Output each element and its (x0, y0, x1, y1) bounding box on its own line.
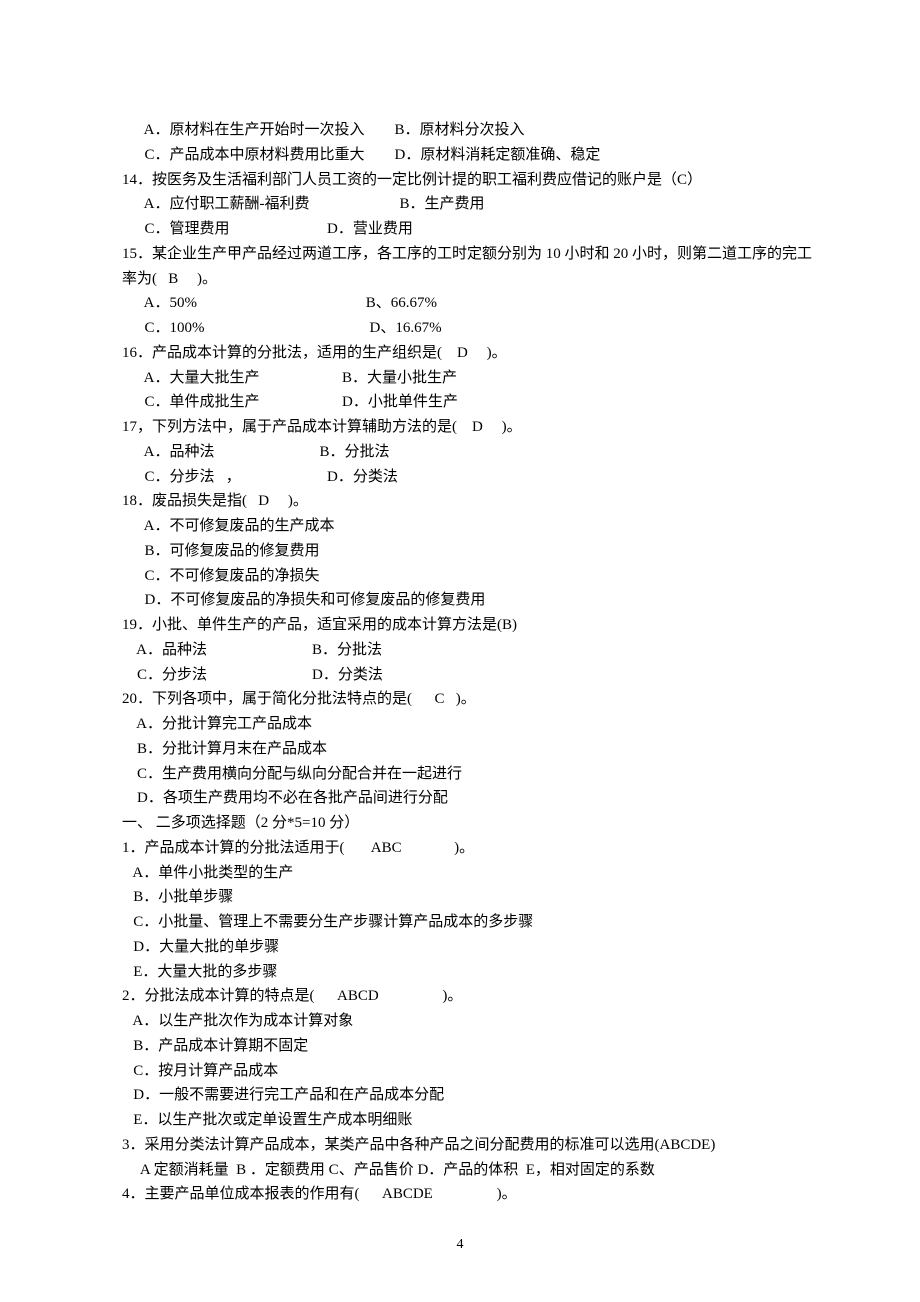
text-line: D．不可修复废品的净损失和可修复废品的修复费用 (122, 588, 800, 613)
text-line: E．以生产批次或定单设置生产成本明细账 (122, 1108, 800, 1133)
page-number: 4 (0, 1233, 920, 1256)
text-line: A．以生产批次作为成本计算对象 (122, 1009, 800, 1034)
text-line: A．不可修复废品的生产成本 (122, 514, 800, 539)
text-line: A．50% B、66.67% (122, 291, 800, 316)
text-line: A 定额消耗量 B ．定额费用 C、产品售价 D．产品的体积 E，相对固定的系数 (122, 1158, 800, 1183)
text-line: 18．废品损失是指( D )。 (122, 489, 800, 514)
text-line: D．各项生产费用均不必在各批产品间进行分配 (122, 786, 800, 811)
text-line: 4．主要产品单位成本报表的作用有( ABCDE )。 (122, 1182, 800, 1207)
text-line: A．大量大批生产 B．大量小批生产 (122, 366, 800, 391)
text-line: 17，下列方法中，属于产品成本计算辅助方法的是( D )。 (122, 415, 800, 440)
text-line: A．分批计算完工产品成本 (122, 712, 800, 737)
text-line: C．生产费用横向分配与纵向分配合并在一起进行 (122, 762, 800, 787)
text-line: C．不可修复废品的净损失 (122, 564, 800, 589)
text-line: E．大量大批的多步骤 (122, 960, 800, 985)
text-line: 19．小批、单件生产的产品，适宜采用的成本计算方法是(B) (122, 613, 800, 638)
text-line: B．小批单步骤 (122, 885, 800, 910)
text-line: C．单件成批生产 D．小批单件生产 (122, 390, 800, 415)
text-line: C．产品成本中原材料费用比重大 D．原材料消耗定额准确、稳定 (122, 143, 800, 168)
text-line: A．品种法 B．分批法 (122, 638, 800, 663)
text-line: 20．下列各项中，属于简化分批法特点的是( C )。 (122, 687, 800, 712)
text-line: 15．某企业生产甲产品经过两道工序，各工序的工时定额分别为 10 小时和 20 … (122, 242, 800, 267)
text-line: A．应付职工薪酬-福利费 B．生产费用 (122, 192, 800, 217)
text-line: C．管理费用 D．营业费用 (122, 217, 800, 242)
text-line: 率为( B )。 (122, 267, 800, 292)
text-line: 一、 二多项选择题（2 分*5=10 分） (122, 811, 800, 836)
text-line: A．原材料在生产开始时一次投入 B．原材料分次投入 (122, 118, 800, 143)
text-line: C．分步法 ， D．分类法 (122, 465, 800, 490)
text-line: B．可修复废品的修复费用 (122, 539, 800, 564)
text-line: D．大量大批的单步骤 (122, 935, 800, 960)
text-line: C．小批量、管理上不需要分生产步骤计算产品成本的多步骤 (122, 910, 800, 935)
text-line: 1．产品成本计算的分批法适用于( ABC )。 (122, 836, 800, 861)
text-line: B．分批计算月末在产品成本 (122, 737, 800, 762)
text-line: 14．按医务及生活福利部门人员工资的一定比例计提的职工福利费应借记的账户是（C） (122, 168, 800, 193)
text-line: C．按月计算产品成本 (122, 1059, 800, 1084)
text-line: C．分步法 D．分类法 (122, 663, 800, 688)
text-line: C．100% D、16.67% (122, 316, 800, 341)
text-line: A．品种法 B．分批法 (122, 440, 800, 465)
text-line: A．单件小批类型的生产 (122, 861, 800, 886)
text-line: B．产品成本计算期不固定 (122, 1034, 800, 1059)
text-line: 2．分批法成本计算的特点是( ABCD )。 (122, 984, 800, 1009)
text-line: 3．采用分类法计算产品成本，某类产品中各种产品之间分配费用的标准可以选用(ABC… (122, 1133, 800, 1158)
document-page: A．原材料在生产开始时一次投入 B．原材料分次投入 C．产品成本中原材料费用比重… (0, 0, 920, 1302)
text-line: D．一般不需要进行完工产品和在产品成本分配 (122, 1083, 800, 1108)
content-body: A．原材料在生产开始时一次投入 B．原材料分次投入 C．产品成本中原材料费用比重… (122, 118, 800, 1207)
text-line: 16．产品成本计算的分批法，适用的生产组织是( D )。 (122, 341, 800, 366)
